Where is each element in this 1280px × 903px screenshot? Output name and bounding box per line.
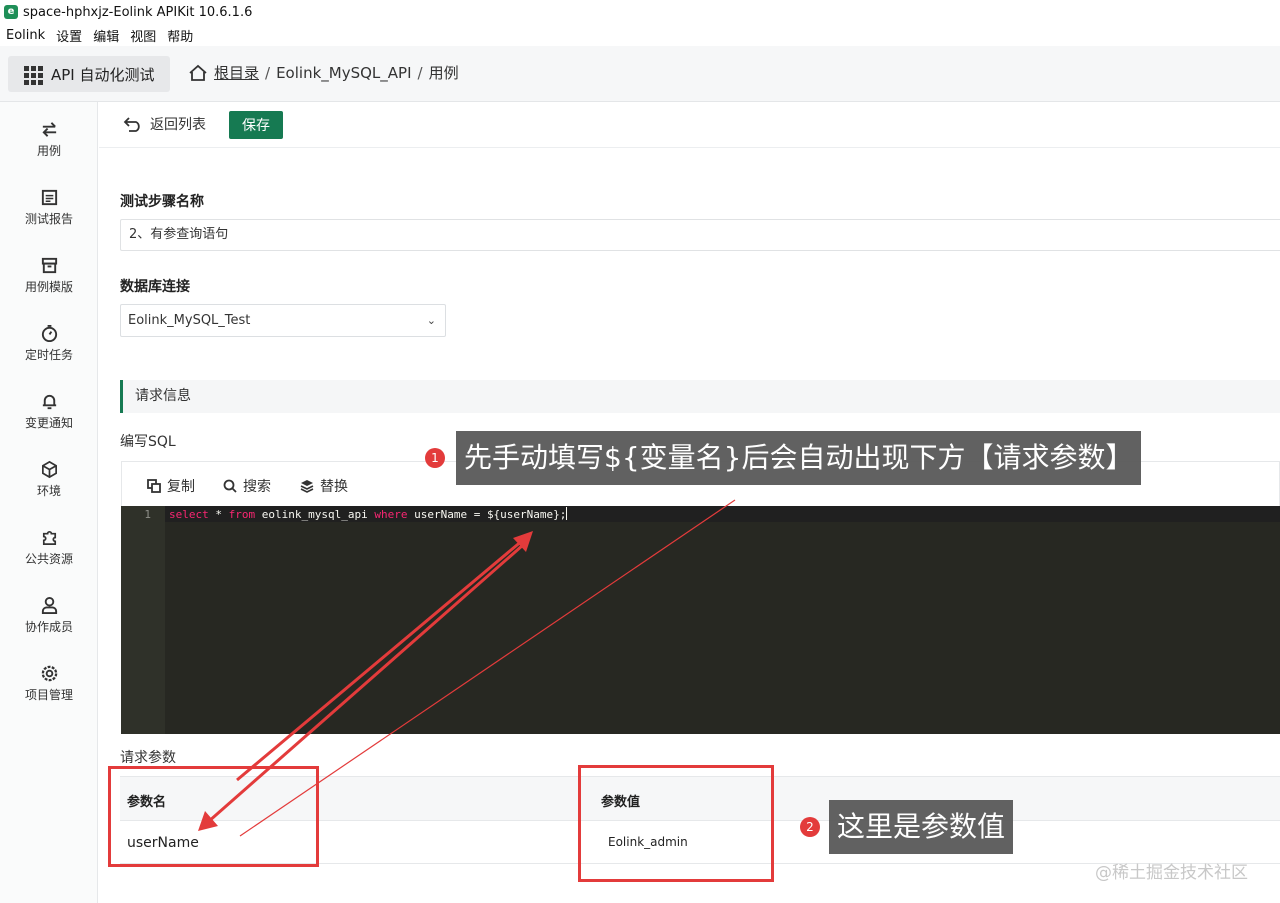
sidebar-item-label: 测试报告 xyxy=(24,212,73,226)
breadcrumb-current: 用例 xyxy=(428,64,459,82)
db-connection-label: 数据库连接 xyxy=(120,279,190,295)
sql-text: * xyxy=(208,508,229,521)
puzzle-icon xyxy=(42,530,56,546)
sql-label: 编写SQL xyxy=(120,434,176,450)
report-icon xyxy=(41,189,57,206)
app-logo-icon: e xyxy=(4,5,18,19)
db-connection-value: Eolink_MySQL_Test xyxy=(128,313,251,328)
settings-icon xyxy=(41,665,57,682)
bell-icon xyxy=(42,394,56,410)
archive-icon xyxy=(41,257,57,274)
sidebar-item-members[interactable]: 协作成员 xyxy=(0,596,98,650)
watermark: @稀土掘金技术社区 xyxy=(1095,863,1248,883)
menu-view[interactable]: 视图 xyxy=(130,26,156,45)
replace-button[interactable]: 替换 xyxy=(300,476,348,496)
sidebar: 用例 测试报告 用例模版 定时任务 变更通知 环境 公共资源 协作成员 项目管理 xyxy=(0,102,98,903)
copy-icon xyxy=(147,479,161,493)
sidebar-item-label: 用例 xyxy=(36,144,61,158)
menu-edit[interactable]: 编辑 xyxy=(93,26,119,45)
module-label: API 自动化测试 xyxy=(51,65,155,84)
line-number-gutter: 1 xyxy=(121,506,165,734)
search-button[interactable]: 搜索 xyxy=(223,476,271,496)
sql-code-line: select * from eolink_mysql_api where use… xyxy=(169,507,568,521)
module-switcher-button[interactable]: API 自动化测试 xyxy=(8,56,170,92)
back-label: 返回列表 xyxy=(150,117,206,133)
sql-keyword: select xyxy=(169,508,209,521)
user-icon xyxy=(41,596,57,615)
db-connection-select[interactable]: Eolink_MySQL_Test ⌄ xyxy=(120,304,446,337)
copy-label: 复制 xyxy=(167,479,195,495)
save-button[interactable]: 保存 xyxy=(229,111,283,139)
sidebar-item-label: 定时任务 xyxy=(24,348,73,362)
menu-settings[interactable]: 设置 xyxy=(56,26,82,45)
sidebar-item-label: 环境 xyxy=(36,484,61,498)
chevron-down-icon: ⌄ xyxy=(426,314,436,327)
sidebar-item-notifications[interactable]: 变更通知 xyxy=(0,392,98,446)
line-number: 1 xyxy=(144,508,151,521)
sidebar-item-public-resources[interactable]: 公共资源 xyxy=(0,528,98,582)
timer-icon xyxy=(41,324,57,343)
sidebar-item-label: 公共资源 xyxy=(24,552,73,566)
top-nav: API 自动化测试 根目录 / Eolink_MySQL_API / 用例 xyxy=(0,46,1280,102)
breadcrumb: 根目录 / Eolink_MySQL_API / 用例 xyxy=(188,62,459,83)
copy-button[interactable]: 复制 xyxy=(147,476,195,496)
editor-toolbar: 返回列表 保存 xyxy=(99,102,1280,148)
search-label: 搜索 xyxy=(243,479,271,495)
window-title: space-hphxjz-Eolink APIKit 10.6.1.6 xyxy=(23,4,253,20)
home-icon xyxy=(189,64,207,81)
step-name-input[interactable]: 2、有参查询语句 xyxy=(120,219,1280,251)
menu-help[interactable]: 帮助 xyxy=(167,26,193,45)
sidebar-item-project-management[interactable]: 项目管理 xyxy=(0,664,98,718)
cube-icon xyxy=(41,460,57,479)
breadcrumb-separator: / xyxy=(265,63,271,82)
swap-arrows-icon xyxy=(41,122,56,137)
sidebar-item-label: 变更通知 xyxy=(24,416,73,430)
sql-text: userName = ${userName}; xyxy=(407,508,567,521)
sql-text: eolink_mysql_api xyxy=(255,508,375,521)
sql-keyword: from xyxy=(228,508,256,521)
back-to-list-button[interactable]: 返回列表 xyxy=(123,114,206,134)
undo-arrow-icon xyxy=(123,117,140,132)
sql-code-editor[interactable]: 1 select * from eolink_mysql_api where u… xyxy=(121,506,1280,734)
annotation-callout-1: 先手动填写${变量名}后会自动出现下方【请求参数】 xyxy=(456,431,1142,485)
breadcrumb-root-link[interactable]: 根目录 xyxy=(214,62,259,83)
sidebar-item-scheduled-tasks[interactable]: 定时任务 xyxy=(0,324,98,378)
annotation-badge-1: 1 xyxy=(425,448,445,468)
search-icon xyxy=(223,479,237,493)
menu-bar: Eolink 设置 编辑 视图 帮助 xyxy=(0,24,1280,46)
sidebar-item-reports[interactable]: 测试报告 xyxy=(0,188,98,242)
breadcrumb-separator: / xyxy=(417,63,423,82)
sql-keyword: where xyxy=(374,508,408,521)
annotation-callout-2: 这里是参数值 xyxy=(829,800,1014,854)
sidebar-item-templates[interactable]: 用例模版 xyxy=(0,256,98,310)
request-params-label: 请求参数 xyxy=(120,750,176,766)
request-info-header: 请求信息 xyxy=(120,380,1280,413)
replace-label: 替换 xyxy=(320,479,348,495)
menu-eolink[interactable]: Eolink xyxy=(6,28,45,43)
sidebar-item-label: 用例模版 xyxy=(24,280,73,294)
annotation-badge-2: 2 xyxy=(800,817,820,837)
title-bar: e space-hphxjz-Eolink APIKit 10.6.1.6 xyxy=(0,0,1280,24)
param-name-highlight-box xyxy=(108,766,319,867)
text-cursor xyxy=(566,507,568,520)
param-value-highlight-box xyxy=(578,765,774,882)
sidebar-item-label: 项目管理 xyxy=(24,688,73,702)
layers-icon xyxy=(300,480,314,493)
step-name-label: 测试步骤名称 xyxy=(120,194,204,210)
grid-icon xyxy=(24,65,43,85)
sidebar-item-label: 协作成员 xyxy=(24,620,73,634)
sidebar-item-cases[interactable]: 用例 xyxy=(0,120,98,174)
breadcrumb-project[interactable]: Eolink_MySQL_API xyxy=(276,64,411,82)
sidebar-item-environment[interactable]: 环境 xyxy=(0,460,98,514)
